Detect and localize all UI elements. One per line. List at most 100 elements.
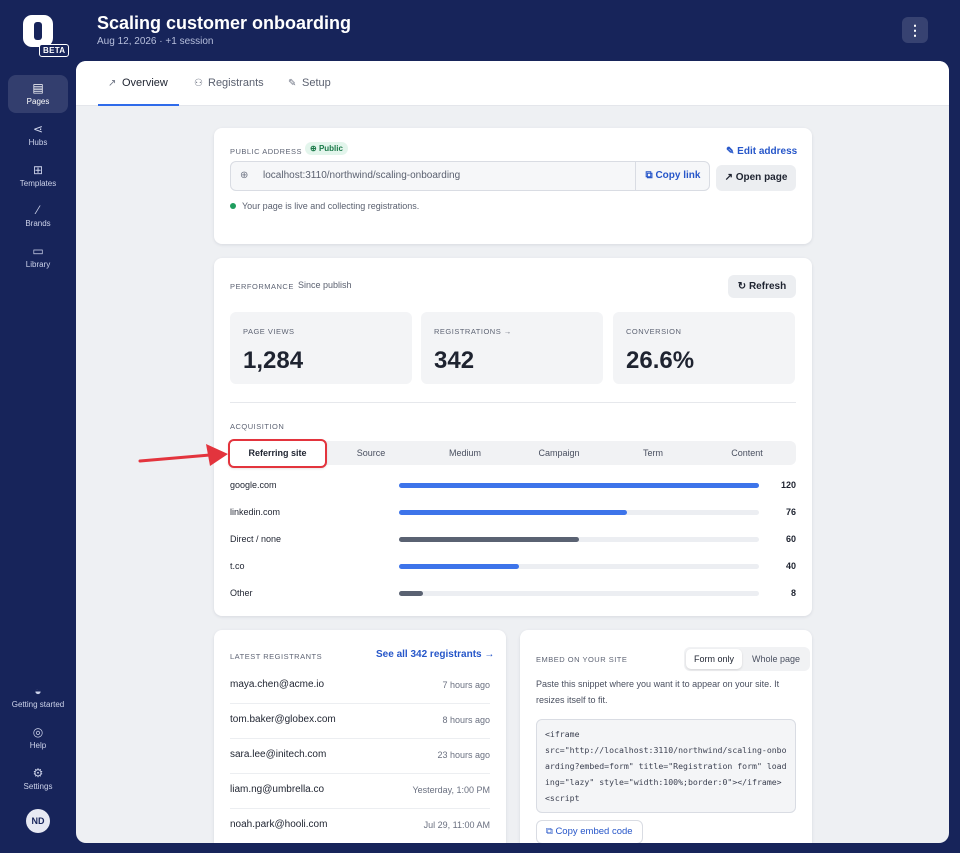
copy-icon: ⧉ (645, 170, 653, 181)
registrant-email: liam.ng@umbrella.co (230, 784, 325, 795)
latest-registrants-card: LATEST REGISTRANTS See all 342 registran… (214, 630, 506, 843)
since-publish-text: Since publish (298, 280, 352, 290)
acquisition-count: 60 (785, 534, 796, 544)
url-field[interactable]: ⊕ localhost:3110/northwind/scaling-onboa… (230, 161, 710, 191)
acquisition-bar (399, 564, 519, 569)
users-icon: ⚇ (194, 78, 203, 89)
registrant-email: noah.park@hooli.com (230, 819, 328, 830)
acquisition-bar (399, 591, 423, 596)
registrant-row[interactable]: tom.baker@globex.com 8 hours ago (230, 704, 490, 739)
acquisition-bar (399, 510, 627, 515)
globe-icon: ⊕ (310, 144, 317, 153)
copy-embed-code-button[interactable]: ⧉ Copy embed code (536, 820, 643, 843)
embed-code-block[interactable]: <iframe src="http://localhost:3110/north… (536, 719, 796, 813)
tab-registrants[interactable]: ⚇ Registrants (194, 61, 264, 106)
acquisition-count: 8 (790, 588, 796, 598)
pages-icon: ▤ (32, 81, 44, 95)
tab-setup[interactable]: ✎ Setup (288, 61, 331, 106)
sidebar-item-pages[interactable]: ▤ Pages (8, 75, 68, 113)
trend-icon: ↗ (108, 78, 117, 89)
embed-option-whole-page[interactable]: Whole page (744, 649, 808, 669)
avatar[interactable]: ND (26, 809, 50, 833)
more-options-button[interactable]: ⋮ (902, 17, 928, 43)
registrant-email: tom.baker@globex.com (230, 714, 336, 725)
acquisition-row: t.co 40 (230, 559, 796, 573)
acq-tab-medium[interactable]: Medium (418, 441, 512, 465)
acquisition-bar-track (399, 537, 759, 542)
sidebar-item-hubs[interactable]: ⋖ Hubs (8, 116, 68, 154)
acq-tab-source[interactable]: Source (324, 441, 418, 465)
registrant-time: Yesterday, 1:00 PM (412, 785, 490, 795)
refresh-button[interactable]: ↻ Refresh (728, 275, 796, 298)
sidebar-item-templates[interactable]: ⊞ Templates (8, 157, 68, 195)
embed-card: EMBED ON YOUR SITE Form only Whole page … (520, 630, 812, 843)
registrant-row[interactable]: sara.lee@initech.com 23 hours ago (230, 739, 490, 774)
acquisition-row: Direct / none 60 (230, 532, 796, 546)
sidebar: BETA ▤ Pages ⋖ Hubs ⊞ Templates ⁄ Brands… (0, 0, 76, 853)
sidebar-item-getting-started[interactable]: ◒ Getting started (2, 678, 74, 716)
sidebar-item-library[interactable]: ▭ Library (8, 238, 68, 276)
acq-tab-campaign[interactable]: Campaign (512, 441, 606, 465)
performance-card: PERFORMANCE Since publish ↻ Refresh PAGE… (214, 258, 812, 616)
divider (230, 402, 796, 403)
share-icon: ⋖ (32, 122, 44, 136)
acquisition-source-name: Direct / none (230, 534, 282, 544)
public-address-card: PUBLIC ADDRESS ⊕ Public ✎ Edit address ⊕… (214, 128, 812, 244)
app-logo[interactable] (23, 15, 53, 47)
acquisition-bar-track (399, 483, 759, 488)
grid-icon: ⊞ (32, 163, 44, 177)
acquisition-bar-track (399, 564, 759, 569)
acquisition-bar (399, 483, 759, 488)
edit-icon: ✎ (288, 78, 297, 89)
live-dot-icon (230, 203, 236, 209)
open-page-button[interactable]: ↗ Open page (716, 165, 796, 191)
tab-bar: ↗ Overview ⚇ Registrants ✎ Setup (76, 61, 949, 106)
acquisition-bar-track (399, 510, 759, 515)
lifebuoy-icon: ◎ (32, 725, 44, 739)
embed-option-form-only[interactable]: Form only (686, 649, 742, 669)
brush-icon: ⁄ (36, 203, 39, 217)
acquisition-label: ACQUISITION (230, 422, 285, 431)
registrant-email: maya.chen@acme.io (230, 679, 325, 690)
public-badge: ⊕ Public (305, 142, 348, 155)
copy-link-button[interactable]: ⧉ Copy link (635, 162, 710, 190)
sidebar-item-settings[interactable]: ⚙ Settings (8, 760, 68, 798)
beta-badge: BETA (39, 44, 70, 57)
acquisition-row: google.com 120 (230, 478, 796, 492)
stat-registrations[interactable]: REGISTRATIONS → 342 (421, 312, 603, 384)
acquisition-count: 120 (780, 480, 796, 490)
acquisition-count: 40 (785, 561, 796, 571)
acquisition-source-name: google.com (230, 480, 277, 490)
acquisition-bar-track (399, 591, 759, 596)
registrant-row[interactable]: maya.chen@acme.io 7 hours ago (230, 669, 490, 704)
tab-overview[interactable]: ↗ Overview (98, 61, 179, 106)
stat-page-views: PAGE VIEWS 1,284 (230, 312, 412, 384)
edit-address-link[interactable]: ✎ Edit address (726, 146, 797, 157)
gear-icon: ⚙ (32, 766, 44, 780)
acq-tab-term[interactable]: Term (606, 441, 700, 465)
sidebar-item-brands[interactable]: ⁄ Brands (8, 197, 68, 235)
acquisition-row: linkedin.com 76 (230, 505, 796, 519)
acquisition-row: Other 8 (230, 586, 796, 600)
acq-tab-content[interactable]: Content (700, 441, 794, 465)
acquisition-tabs: Referring site Source Medium Campaign Te… (228, 439, 796, 468)
registrant-row[interactable]: liam.ng@umbrella.co Yesterday, 1:00 PM (230, 774, 490, 809)
edit-icon: ✎ (726, 146, 735, 157)
public-address-label: PUBLIC ADDRESS (230, 147, 303, 156)
registrant-email: sara.lee@initech.com (230, 749, 327, 760)
rocket-icon: ◒ (34, 684, 42, 698)
acq-tab-referring-site[interactable]: Referring site (228, 439, 327, 468)
page-subtitle: Aug 12, 2026 · +1 session (97, 36, 214, 47)
sidebar-item-help[interactable]: ◎ Help (8, 719, 68, 757)
annotation-arrow-icon (138, 444, 228, 466)
latest-registrants-label: LATEST REGISTRANTS (230, 652, 323, 661)
url-text: localhost:3110/northwind/scaling-onboard… (263, 170, 461, 181)
acquisition-source-name: Other (230, 588, 253, 598)
registrant-row[interactable]: noah.park@hooli.com Jul 29, 11:00 AM (230, 809, 490, 843)
stat-conversion: CONVERSION 26.6% (613, 312, 795, 384)
external-link-icon: ↗ (724, 172, 733, 183)
copy-icon: ⧉ (546, 826, 553, 837)
performance-label: PERFORMANCE (230, 282, 294, 291)
acquisition-count: 76 (785, 507, 796, 517)
see-all-registrants-link[interactable]: See all 342 registrants → (376, 649, 494, 660)
